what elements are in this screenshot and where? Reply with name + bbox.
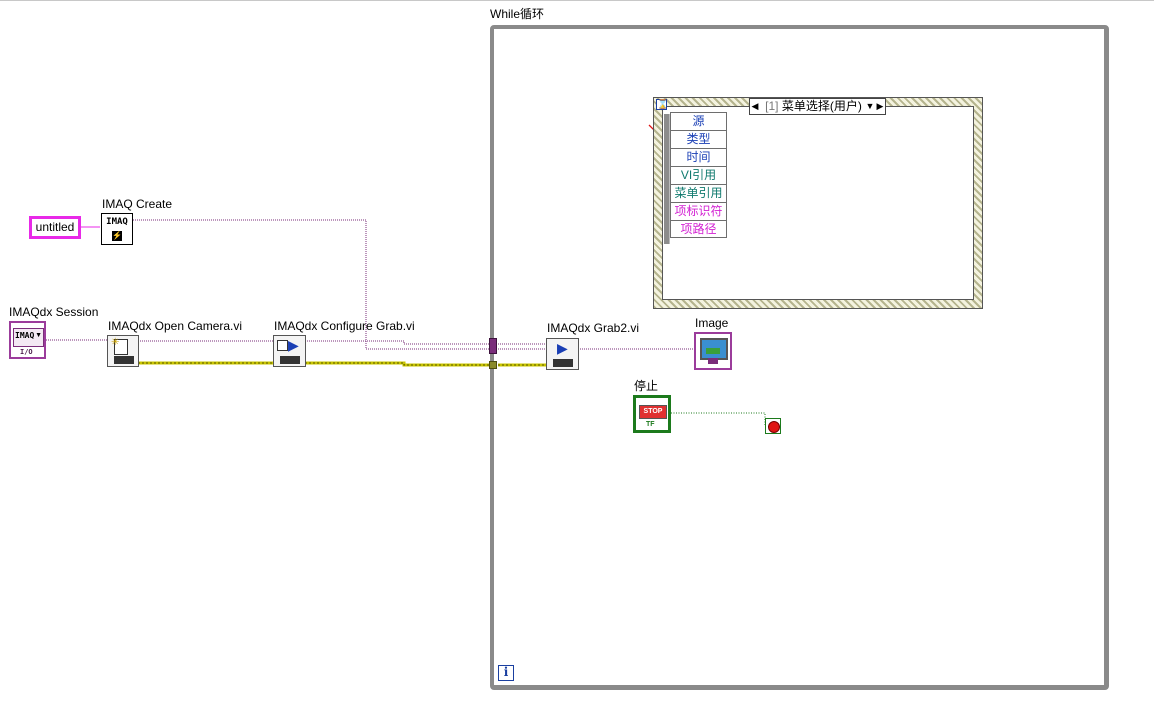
- top-border-line: [0, 0, 1154, 1]
- camera-icon: [553, 359, 573, 367]
- imaq-create-text: IMAQ: [106, 217, 128, 227]
- wire-error-2: [305, 361, 490, 367]
- play-icon: ▶: [288, 337, 299, 353]
- session-io-text: I/O: [20, 348, 33, 356]
- event-data-item[interactable]: 菜单引用: [670, 184, 727, 202]
- grab2-label: IMAQdx Grab2.vi: [547, 321, 640, 335]
- stop-if-true-icon: [768, 421, 780, 433]
- config-icon: [277, 340, 288, 351]
- picture-icon: [700, 338, 728, 360]
- camera-icon: [280, 356, 300, 364]
- dropdown-arrow-icon: ▼: [35, 332, 42, 339]
- tunnel-image-session[interactable]: [489, 338, 497, 354]
- tunnel-error[interactable]: [489, 361, 497, 369]
- next-case-arrow-icon[interactable]: ▶: [875, 99, 885, 114]
- imaqdx-session-label: IMAQdx Session: [9, 305, 99, 319]
- stop-button-control[interactable]: STOP TF: [633, 395, 671, 433]
- stop-text: STOP: [639, 405, 667, 419]
- imaq-create-label: IMAQ Create: [102, 197, 173, 211]
- session-box: IMAQ ▼: [13, 328, 44, 347]
- monitor-stand-icon: [708, 358, 718, 364]
- session-text: IMAQ: [15, 331, 35, 340]
- event-data-item[interactable]: 时间: [670, 148, 727, 166]
- event-data-node: 源 类型 时间 VI引用 菜单引用 项标识符 项路径: [670, 112, 727, 238]
- open-camera-node[interactable]: ✳: [107, 335, 139, 367]
- loop-condition-terminal[interactable]: [765, 418, 781, 434]
- tf-text: TF: [646, 421, 655, 428]
- event-data-item[interactable]: 项路径: [670, 220, 727, 238]
- imaqdx-session-control[interactable]: IMAQ ▼ I/O: [9, 321, 46, 359]
- image-indicator[interactable]: [694, 332, 732, 370]
- wire-error-2b: [305, 362, 490, 366]
- prev-case-arrow-icon[interactable]: ◀: [750, 99, 760, 114]
- event-data-item[interactable]: VI引用: [670, 166, 727, 184]
- while-loop-label: While循环: [490, 7, 545, 21]
- configure-grab-label: IMAQdx Configure Grab.vi: [274, 319, 415, 333]
- timeout-hourglass-icon[interactable]: ⌛: [656, 99, 668, 110]
- event-case-index: [1]: [765, 99, 779, 113]
- configure-grab-node[interactable]: ▶: [273, 335, 306, 367]
- event-case-name: 菜单选择(用户): [781, 99, 862, 113]
- event-data-item[interactable]: 项标识符: [670, 202, 727, 220]
- event-case-text: [1] 菜单选择(用户): [762, 99, 865, 114]
- case-dropdown-icon[interactable]: ▼: [865, 99, 875, 114]
- lightning-icon: ⚡: [112, 231, 122, 241]
- event-data-item[interactable]: 源: [670, 112, 727, 130]
- landscape-icon: [706, 348, 720, 354]
- sparkle-icon: ✳: [111, 337, 120, 348]
- imaq-create-node[interactable]: IMAQ ⚡: [101, 213, 133, 245]
- image-label: Image: [695, 316, 729, 330]
- camera-icon: [114, 356, 134, 364]
- wire-session-3: [305, 340, 490, 345]
- iteration-terminal[interactable]: i: [498, 665, 514, 681]
- stop-label: 停止: [634, 379, 659, 393]
- open-camera-label: IMAQdx Open Camera.vi: [108, 319, 243, 333]
- play-icon: ▶: [557, 340, 568, 356]
- event-case-selector[interactable]: ◀ [1] 菜单选择(用户) ▼ ▶: [749, 98, 886, 115]
- grab2-node[interactable]: ▶: [546, 338, 579, 370]
- event-data-item[interactable]: 类型: [670, 130, 727, 148]
- string-constant-untitled[interactable]: untitled: [29, 216, 81, 239]
